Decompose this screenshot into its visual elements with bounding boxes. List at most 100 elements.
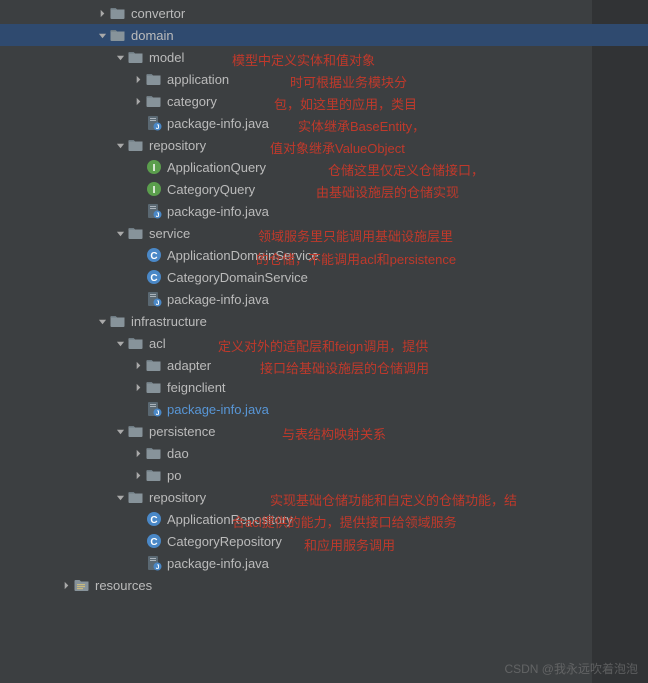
arrow-spacer — [130, 247, 146, 263]
chevron-right-icon[interactable] — [130, 379, 146, 395]
arrow-spacer — [130, 203, 146, 219]
tree-item-label: repository — [149, 490, 206, 505]
chevron-right-icon[interactable] — [94, 5, 110, 21]
interface-icon: I — [146, 159, 162, 175]
tree-item-label: package-info.java — [167, 556, 269, 571]
tree-row[interactable]: po — [0, 464, 648, 486]
javafile-icon: J — [146, 555, 162, 571]
folder-icon — [128, 335, 144, 351]
arrow-spacer — [130, 401, 146, 417]
annotation-text: 和应用服务调用 — [304, 535, 395, 554]
tree-item-label: application — [167, 72, 229, 87]
folder-icon — [128, 137, 144, 153]
svg-text:C: C — [150, 273, 157, 284]
arrow-spacer — [130, 533, 146, 549]
svg-text:J: J — [156, 124, 160, 131]
tree-item-label: category — [167, 94, 217, 109]
chevron-right-icon[interactable] — [130, 71, 146, 87]
tree-item-label: CategoryRepository — [167, 534, 282, 549]
chevron-down-icon[interactable] — [112, 489, 128, 505]
folder-icon — [146, 93, 162, 109]
tree-item-label: service — [149, 226, 190, 241]
folder-icon — [146, 71, 162, 87]
tree-row[interactable]: resources — [0, 574, 648, 596]
folder-icon — [128, 49, 144, 65]
annotation-text: 实体继承BaseEntity， — [298, 116, 425, 135]
arrow-spacer — [130, 291, 146, 307]
annotation-text: 定义对外的适配层和feign调用，提供 — [218, 336, 428, 355]
tree-item-label: package-info.java — [167, 116, 269, 131]
annotation-text: 仓储这里仅定义仓储接口， — [328, 160, 484, 179]
arrow-spacer — [130, 181, 146, 197]
svg-text:C: C — [150, 537, 157, 548]
tree-item-label: resources — [95, 578, 152, 593]
tree-item-label: package-info.java — [167, 204, 269, 219]
arrow-spacer — [130, 269, 146, 285]
tree-row[interactable]: Jpackage-info.java — [0, 200, 648, 222]
tree-item-label: dao — [167, 446, 189, 461]
folder-icon — [110, 5, 126, 21]
svg-text:I: I — [153, 163, 156, 174]
folder-icon — [146, 445, 162, 461]
tree-row[interactable]: IApplicationQuery — [0, 156, 648, 178]
svg-text:C: C — [150, 251, 157, 262]
interface-icon: I — [146, 181, 162, 197]
tree-row[interactable]: Jpackage-info.java — [0, 398, 648, 420]
tree-item-label: CategoryDomainService — [167, 270, 308, 285]
tree-item-label: domain — [131, 28, 174, 43]
folder-icon — [128, 225, 144, 241]
javafile-icon: J — [146, 115, 162, 131]
annotation-text: 由基础设施层的仓储实现 — [316, 182, 459, 201]
folder-icon — [110, 313, 126, 329]
tree-row[interactable]: feignclient — [0, 376, 648, 398]
chevron-down-icon[interactable] — [112, 49, 128, 65]
javafile-icon: J — [146, 291, 162, 307]
tree-row[interactable]: Jpackage-info.java — [0, 552, 648, 574]
annotation-text: 的仓储，不能调用acl和persistence — [256, 249, 456, 268]
arrow-spacer — [130, 159, 146, 175]
chevron-down-icon[interactable] — [112, 137, 128, 153]
chevron-right-icon[interactable] — [130, 467, 146, 483]
tree-item-label: po — [167, 468, 181, 483]
tree-row[interactable]: dao — [0, 442, 648, 464]
arrow-spacer — [130, 115, 146, 131]
annotation-text: 时可根据业务模块分 — [290, 72, 407, 91]
resources-icon — [74, 577, 90, 593]
tree-item-label: CategoryQuery — [167, 182, 255, 197]
chevron-down-icon[interactable] — [112, 225, 128, 241]
class-icon: C — [146, 533, 162, 549]
chevron-right-icon[interactable] — [130, 357, 146, 373]
folder-icon — [128, 423, 144, 439]
annotation-text: 模型中定义实体和值对象 — [232, 50, 375, 69]
annotation-text: 实现基础仓储功能和自定义的仓储功能，结 — [270, 490, 517, 509]
annotation-text: 合acl提供的能力，提供接口给领域服务 — [232, 512, 457, 531]
tree-row[interactable]: domain — [0, 24, 648, 46]
tree-row[interactable]: C CategoryDomainService — [0, 266, 648, 288]
chevron-right-icon[interactable] — [130, 445, 146, 461]
chevron-down-icon[interactable] — [94, 27, 110, 43]
annotation-text: 接口给基础设施层的仓储调用 — [260, 358, 429, 377]
folder-icon — [146, 467, 162, 483]
annotation-text: 与表结构映射关系 — [282, 424, 386, 443]
svg-text:J: J — [156, 564, 160, 571]
tree-item-label: model — [149, 50, 184, 65]
tree-item-label: repository — [149, 138, 206, 153]
chevron-down-icon[interactable] — [112, 423, 128, 439]
tree-item-label: package-info.java — [167, 292, 269, 307]
tree-row[interactable]: Jpackage-info.java — [0, 288, 648, 310]
chevron-down-icon[interactable] — [112, 335, 128, 351]
tree-item-label: infrastructure — [131, 314, 207, 329]
chevron-right-icon[interactable] — [130, 93, 146, 109]
chevron-down-icon[interactable] — [94, 313, 110, 329]
svg-text:I: I — [153, 185, 156, 196]
tree-row[interactable]: convertor — [0, 2, 648, 24]
class-icon: C — [146, 269, 162, 285]
chevron-right-icon[interactable] — [58, 577, 74, 593]
javafile-icon: J — [146, 401, 162, 417]
svg-text:C: C — [150, 515, 157, 526]
class-icon: C — [146, 511, 162, 527]
folder-icon — [146, 379, 162, 395]
svg-text:J: J — [156, 212, 160, 219]
annotation-text: 包，如这里的应用，类目 — [274, 94, 417, 113]
tree-row[interactable]: infrastructure — [0, 310, 648, 332]
